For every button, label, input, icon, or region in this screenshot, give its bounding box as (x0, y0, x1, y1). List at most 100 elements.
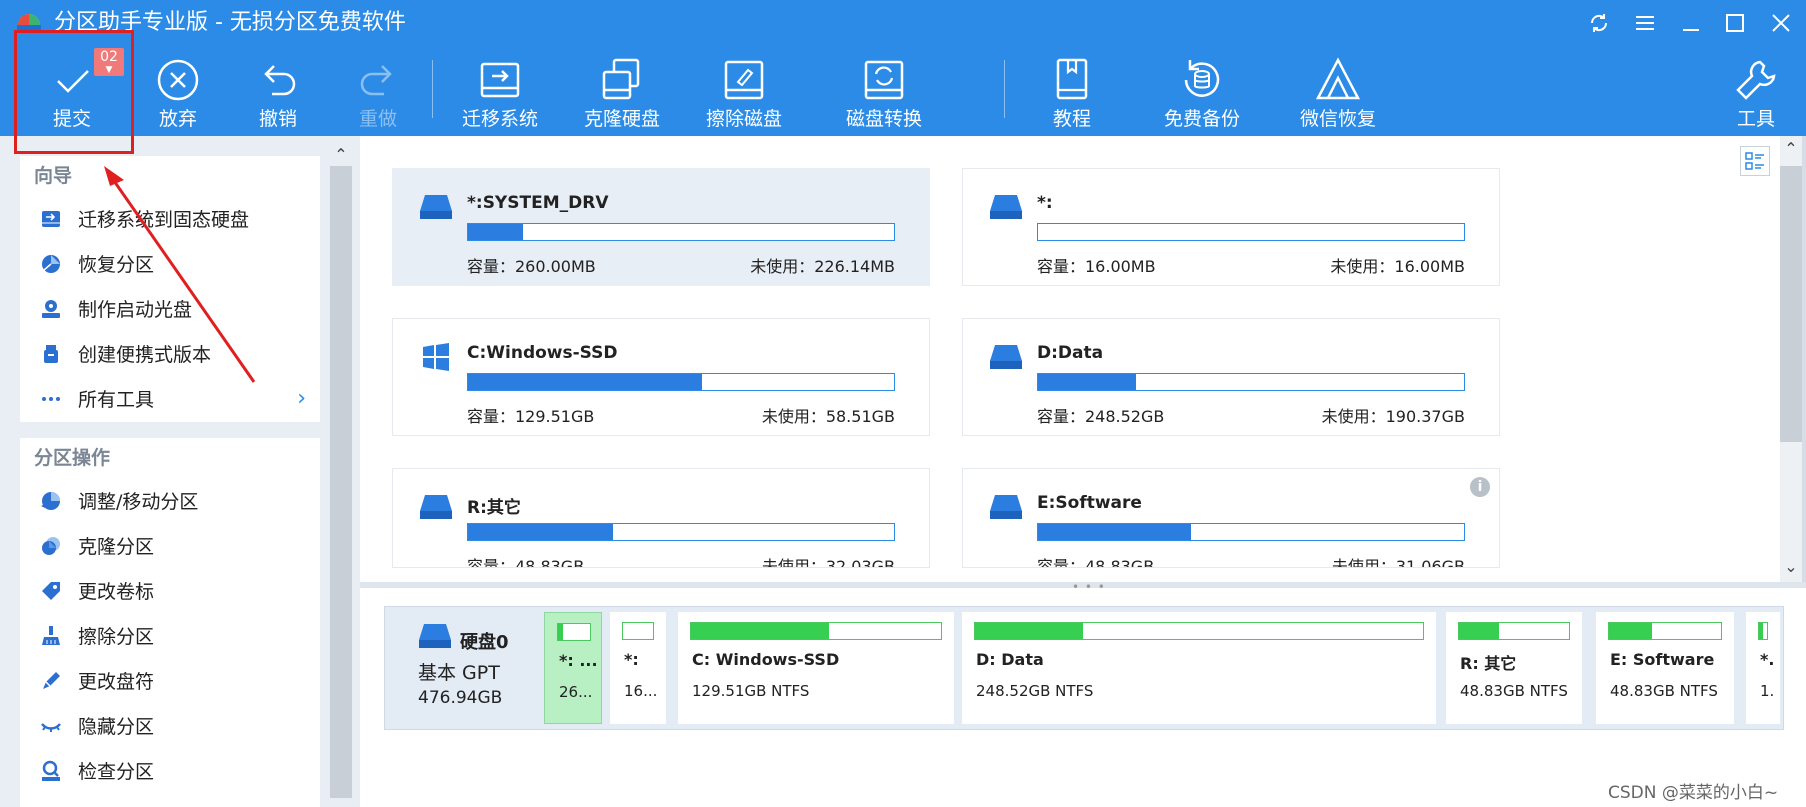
info-icon[interactable]: i (1470, 477, 1490, 497)
close-icon[interactable] (1768, 10, 1794, 36)
partition-capacity: 容量：48.83GB (467, 557, 585, 568)
sidebar-scroll-up-icon[interactable]: ⌃ (330, 144, 352, 166)
free-backup-label: 免费备份 (1163, 108, 1240, 130)
disk-segment[interactable]: R: 其它 48.83GB NTFS (1446, 612, 1582, 724)
clone-disk-icon (602, 58, 640, 100)
sidebar-item-bootable-disc[interactable]: 制作启动光盘 (20, 286, 320, 331)
partition-card[interactable]: C:Windows-SSD 容量：129.51GB 未使用：58.51GB (392, 318, 930, 436)
partition-name: R:其它 (467, 498, 521, 518)
tutorial-label: 教程 (1052, 108, 1091, 130)
drive-icon (990, 195, 1022, 219)
migrate-system-button[interactable]: 迁移系统 (450, 54, 550, 130)
usage-bar (1037, 223, 1465, 241)
menu-icon[interactable] (1632, 10, 1658, 36)
main-scrollbar[interactable] (1780, 166, 1802, 442)
disk-segment[interactable]: C: Windows-SSD 129.51GB NTFS (678, 612, 954, 724)
partition-card[interactable]: R:其它 容量：48.83GB 未使用：32.03GB (392, 468, 930, 568)
sidebar-item-label: 恢复分区 (78, 254, 155, 276)
clone-disk-button[interactable]: 克隆硬盘 (572, 54, 672, 130)
main-scroll-down-icon[interactable]: ⌄ (1780, 556, 1802, 578)
title-toolbar-bar: 分区助手专业版 - 无损分区免费软件 提交 02 ▼ 放弃 撤销 重做 迁移系统 … (0, 0, 1806, 136)
partition-name: C:Windows-SSD (467, 343, 618, 363)
sidebar-item-check-partition[interactable]: 检查分区 (20, 748, 320, 793)
wipe-disk-button[interactable]: 擦除磁盘 (694, 54, 794, 130)
disk-segment[interactable]: *: ... 26... (544, 612, 602, 724)
discard-button[interactable]: 放弃 (128, 54, 228, 130)
segment-usage-fill (1759, 623, 1763, 639)
sidebar-item-hide-partition[interactable]: 隐藏分区 (20, 703, 320, 748)
partition-capacity: 容量：129.51GB (467, 407, 595, 426)
sidebar-item-migrate-ssd[interactable]: 迁移系统到固态硬盘 (20, 196, 320, 241)
sidebar-item-change-label[interactable]: 更改卷标 (20, 568, 320, 613)
tutorial-button[interactable]: 教程 (1022, 54, 1122, 130)
refresh-icon[interactable] (1586, 10, 1612, 36)
undo-icon (264, 65, 296, 96)
redo-icon (360, 65, 392, 96)
disk-convert-button[interactable]: 磁盘转换 (834, 54, 934, 130)
usage-fill (468, 524, 613, 540)
partition-card[interactable]: *: 容量：16.00MB 未使用：16.00MB (962, 168, 1500, 286)
wipe-disk-icon (724, 60, 764, 100)
sidebar-item-portable-version[interactable]: 创建便携式版本 (20, 331, 320, 376)
segment-name: D: Data (976, 650, 1044, 669)
tools-button[interactable]: 工具 (1706, 54, 1806, 130)
sidebar-item-label: 擦除分区 (78, 626, 155, 648)
segment-name: R: 其它 (1460, 654, 1517, 673)
partition-card[interactable]: E:Software 容量：48.83GB 未使用：31.06GB (962, 468, 1500, 568)
drive-icon (990, 345, 1022, 369)
segment-usage-fill (1609, 623, 1652, 639)
segment-usage-bar (690, 622, 942, 640)
disk-segment[interactable]: *. 1. (1746, 612, 1780, 724)
toolbar-separator (1004, 60, 1005, 118)
partition-card[interactable]: D:Data 容量：248.52GB 未使用：190.37GB (962, 318, 1500, 436)
undo-button[interactable]: 撤销 (228, 54, 328, 130)
sidebar-item-change-drive-letter[interactable]: 更改盘符 (20, 658, 320, 703)
sidebar-item-label: 更改盘符 (78, 671, 155, 693)
sidebar-item-resize-move[interactable]: 调整/移动分区 (20, 478, 320, 523)
segment-usage-fill (558, 624, 563, 640)
sidebar-item-all-tools[interactable]: 所有工具 › (20, 376, 320, 421)
view-toggle-icon[interactable] (1740, 146, 1770, 176)
disk-segment[interactable]: D: Data 248.52GB NTFS (962, 612, 1436, 724)
more-icon (42, 396, 60, 401)
sidebar-item-label: 所有工具 (78, 389, 155, 411)
usage-bar (467, 373, 895, 391)
csdn-watermark: CSDN @菜菜的小白~ (1608, 783, 1779, 803)
free-backup-button[interactable]: 免费备份 (1152, 54, 1252, 130)
usage-bar (1037, 373, 1465, 391)
sidebar-scrollbar[interactable] (330, 166, 352, 798)
sidebar-item-label: 调整/移动分区 (78, 491, 199, 513)
wizard-title: 向导 (34, 165, 73, 187)
sidebar-item-recover-partition[interactable]: 恢复分区 (20, 241, 320, 286)
partition-capacity: 容量：248.52GB (1037, 407, 1165, 426)
segment-desc: 129.51GB NTFS (692, 682, 810, 700)
redo-button[interactable]: 重做 (328, 54, 428, 130)
minimize-icon[interactable] (1678, 10, 1704, 36)
disk-segment[interactable]: E: Software 48.83GB NTFS (1596, 612, 1734, 724)
hide-icon (41, 722, 61, 732)
portable-icon (44, 344, 58, 363)
segment-desc: 248.52GB NTFS (976, 682, 1094, 700)
submit-label: 提交 (52, 108, 91, 130)
partition-card[interactable]: *:SYSTEM_DRV 容量：260.00MB 未使用：226.14MB (392, 168, 930, 286)
usage-fill (1038, 374, 1136, 390)
disk-name: 硬盘0 (460, 632, 509, 653)
sidebar-item-label: 克隆分区 (78, 536, 155, 558)
wechat-recovery-button[interactable]: 微信恢复 (1288, 54, 1388, 130)
undo-label: 撤销 (258, 108, 297, 130)
toolbar-separator (432, 60, 433, 118)
drive-icon (420, 495, 452, 519)
sidebar-item-clone-partition[interactable]: 克隆分区 (20, 523, 320, 568)
migrate-icon (480, 62, 520, 98)
partition-name: D:Data (1037, 343, 1104, 363)
main-scroll-up-icon[interactable]: ⌃ (1780, 138, 1802, 160)
tutorial-icon (1056, 58, 1088, 100)
maximize-icon[interactable] (1722, 10, 1748, 36)
disk-segment[interactable]: *: 16... (610, 612, 666, 724)
partition-free: 未使用：190.37GB (1321, 407, 1465, 426)
clone-partition-icon (42, 536, 60, 555)
wizard-panel: 向导 迁移系统到固态硬盘 恢复分区 制作启动光盘 创建便携式版本 所有工具 › (20, 156, 320, 422)
sidebar-item-wipe-partition[interactable]: 擦除分区 (20, 613, 320, 658)
usage-bar (467, 223, 895, 241)
segment-desc: 48.83GB NTFS (1610, 682, 1718, 700)
